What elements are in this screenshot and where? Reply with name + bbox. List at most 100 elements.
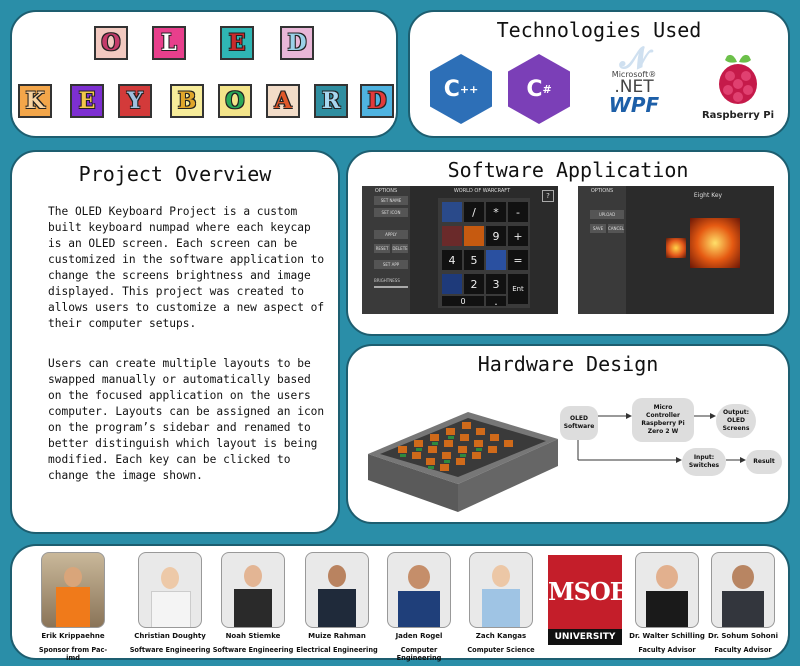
title-tile-b: B xyxy=(170,84,204,118)
key-9[interactable]: 9 xyxy=(486,226,506,246)
options-label-2: OPTIONS xyxy=(590,188,614,194)
help-button[interactable]: ? xyxy=(542,190,554,202)
set-app-button[interactable]: SET APP xyxy=(374,260,408,269)
key-0[interactable]: 0 xyxy=(442,296,484,306)
avatar xyxy=(469,552,533,628)
member-role: Computer Science xyxy=(467,646,535,654)
key-plus[interactable]: + xyxy=(508,226,528,246)
software-screenshot-key-editor: OPTIONS UPLOAD SAVE CANCEL Eight Key xyxy=(578,186,774,314)
set-name-button[interactable]: SET NAME xyxy=(374,196,408,205)
overview-paragraph-2: Users can create multiple layouts to be … xyxy=(48,357,325,482)
member-role: Software Engineering xyxy=(212,646,294,654)
title-tile-y: Y xyxy=(118,84,152,118)
cancel-button[interactable]: CANCEL xyxy=(608,224,624,233)
team-member-5: Jaden Rogel Computer Engineering xyxy=(378,552,460,662)
overview-paragraph-1: The OLED Keyboard Project is a custom bu… xyxy=(48,205,325,330)
msoe-university-label: UNIVERSITY xyxy=(548,629,622,645)
options-sidebar: OPTIONS SET NAME SET ICON APPLY RESET DE… xyxy=(362,186,410,314)
member-name: Muize Rahman xyxy=(308,632,366,640)
fire-preview xyxy=(690,218,740,268)
key-slash[interactable]: / xyxy=(464,202,484,222)
team-member-2: Christian Doughty Software Engineering xyxy=(129,552,211,654)
overview-heading: Project Overview xyxy=(78,162,272,186)
key-icon-shield[interactable] xyxy=(442,274,462,294)
member-name: Dr. Sohum Sohoni xyxy=(708,632,778,640)
reset-button[interactable]: RESET xyxy=(374,244,390,253)
key-icon-fire[interactable] xyxy=(464,226,484,246)
team-member-3: Noah Stiemke Software Engineering xyxy=(212,552,294,654)
title-panel: O L E D K E Y B O A R D xyxy=(10,10,398,138)
title-tile-e2: E xyxy=(70,84,104,118)
raspberry-icon xyxy=(719,54,757,104)
avatar xyxy=(221,552,285,628)
technologies-heading: Technologies Used xyxy=(496,18,702,42)
hardware-heading: Hardware Design xyxy=(477,352,659,376)
wpf-label: WPF xyxy=(608,93,660,117)
title-tile-d: D xyxy=(280,26,314,60)
avatar xyxy=(41,552,105,628)
msoe-letters: MSOE xyxy=(548,555,628,629)
member-name: Christian Doughty xyxy=(134,632,206,640)
save-button[interactable]: SAVE xyxy=(590,224,606,233)
key-icon-lightning[interactable] xyxy=(486,250,506,270)
member-role: Computer Engineering xyxy=(396,646,442,662)
dotnet-wpf-icon: 𝓝 Microsoft® .NET WPF xyxy=(586,44,682,130)
title-tile-o: O xyxy=(94,26,128,60)
brightness-label: BRIGHTNESS xyxy=(374,278,400,283)
avatar xyxy=(305,552,369,628)
software-screenshot-layout: OPTIONS SET NAME SET ICON APPLY RESET DE… xyxy=(362,186,558,314)
title-tile-o2: O xyxy=(218,84,252,118)
key-minus[interactable]: - xyxy=(508,202,528,222)
member-name: Noah Stiemke xyxy=(225,632,281,640)
hardware-panel: Hardware Design OLED Software Micro Cont… xyxy=(346,344,790,524)
options-sidebar-2: OPTIONS UPLOAD SAVE CANCEL xyxy=(578,186,626,314)
avatar xyxy=(387,552,451,628)
key-enter[interactable]: Ent xyxy=(508,274,528,304)
title-tile-a: A xyxy=(266,84,300,118)
keypad: / * - 9 + 4 5 = 2 3 Ent 0 . xyxy=(438,198,530,308)
team-member-6: Zach Kangas Computer Science xyxy=(460,552,542,654)
team-member-8: Dr. Sohum Sohoni Faculty Advisor xyxy=(702,552,784,654)
flow-node-oled-software: OLED Software xyxy=(560,406,598,440)
avatar xyxy=(635,552,699,628)
member-name: Jaden Rogel xyxy=(395,632,443,640)
key-3[interactable]: 3 xyxy=(486,274,506,294)
csharp-icon: C # xyxy=(508,54,570,124)
flow-node-input: Input: Switches xyxy=(682,448,726,476)
member-name: Dr. Walter Schilling xyxy=(629,632,705,640)
title-tile-l: L xyxy=(152,26,186,60)
apply-button[interactable]: APPLY xyxy=(374,230,408,239)
overview-panel: Project Overview The OLED Keyboard Proje… xyxy=(10,150,340,534)
flow-node-result: Result xyxy=(746,450,782,474)
key-icon-2[interactable] xyxy=(442,226,462,246)
member-role: Electrical Engineering xyxy=(296,646,378,654)
title-tile-r: R xyxy=(314,84,348,118)
layout-title: WORLD OF WARCRAFT xyxy=(453,188,511,194)
key-5[interactable]: 5 xyxy=(464,250,484,270)
key-2[interactable]: 2 xyxy=(464,274,484,294)
key-decimal[interactable]: . xyxy=(486,295,506,308)
delete-button[interactable]: DELETE xyxy=(392,244,408,253)
member-name: Erik Krippaehne xyxy=(41,632,105,640)
key-icon-1[interactable] xyxy=(442,202,462,222)
key-4[interactable]: 4 xyxy=(442,250,462,270)
set-icon-button[interactable]: SET ICON xyxy=(374,208,408,217)
options-label: OPTIONS xyxy=(374,188,398,194)
brightness-slider[interactable] xyxy=(374,286,408,288)
technologies-panel: Technologies Used C ++ C # 𝓝 Microsoft® .N… xyxy=(408,10,790,138)
avatar xyxy=(138,552,202,628)
title-tile-e: E xyxy=(220,26,254,60)
software-panel: Software Application OPTIONS SET NAME SE… xyxy=(346,150,790,336)
cpp-icon: C ++ xyxy=(430,54,492,124)
upload-button[interactable]: UPLOAD xyxy=(590,210,624,219)
title-tile-k: K xyxy=(18,84,52,118)
flow-node-microcontroller: Micro Controller Raspberry Pi Zero 2 W xyxy=(632,398,694,442)
team-member-1: Erik Krippaehne Sponsor from Pac-imd xyxy=(32,552,114,662)
member-name: Zach Kangas xyxy=(475,632,527,640)
key-equals[interactable]: = xyxy=(508,250,528,270)
key-multiply[interactable]: * xyxy=(486,202,506,222)
key-title: Eight Key xyxy=(693,192,723,199)
team-member-7: Dr. Walter Schilling Faculty Advisor xyxy=(626,552,708,654)
team-member-4: Muize Rahman Electrical Engineering xyxy=(296,552,378,654)
avatar xyxy=(711,552,775,628)
